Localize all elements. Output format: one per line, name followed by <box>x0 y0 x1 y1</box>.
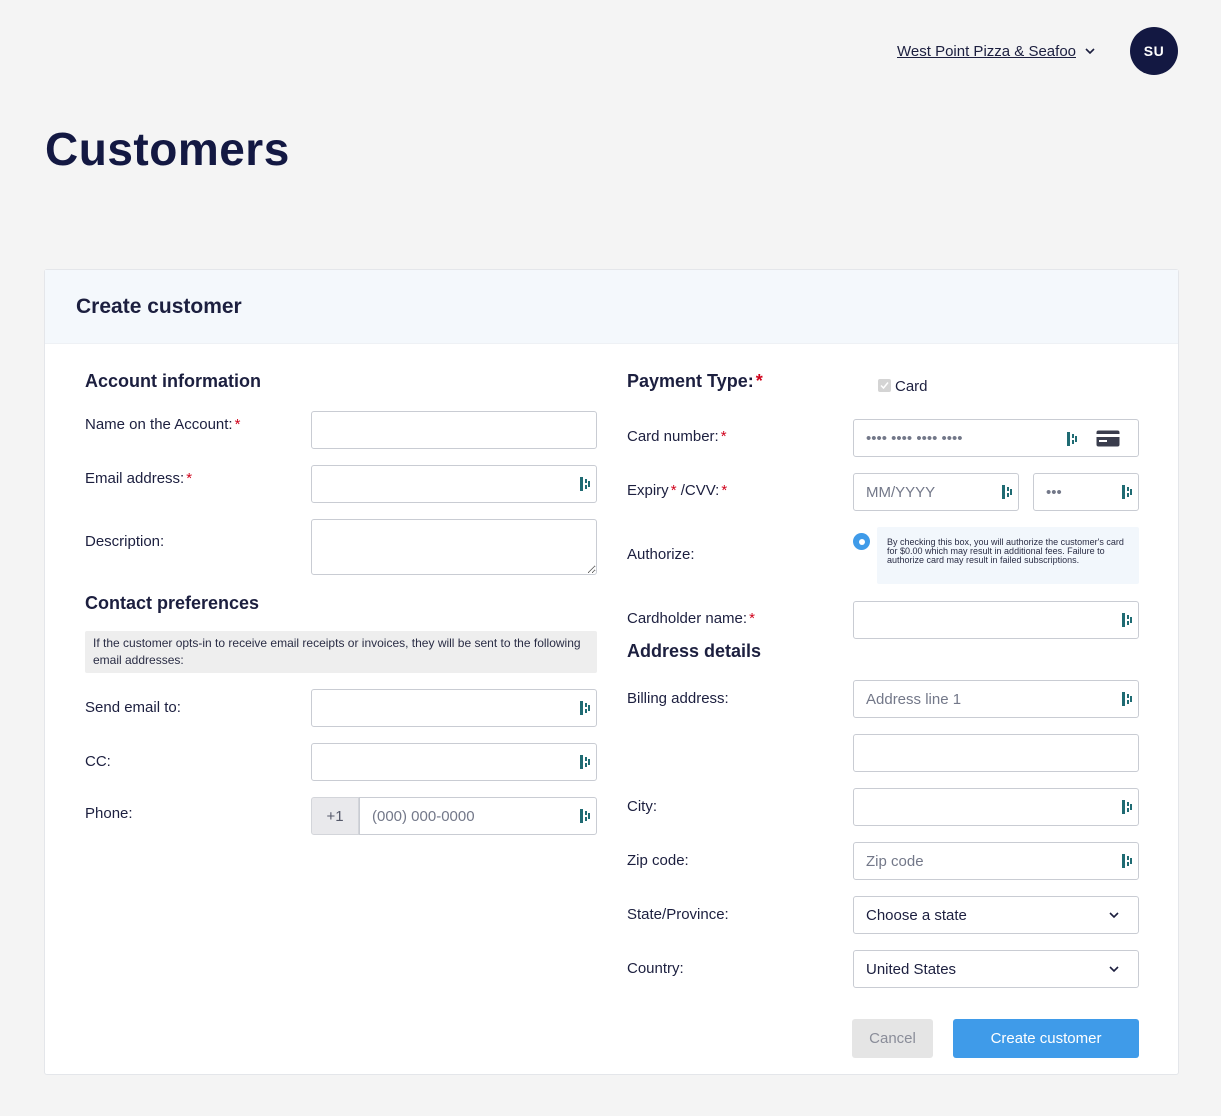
cvv-placeholder: ••• <box>1046 483 1062 501</box>
description-label: Description: <box>85 533 165 550</box>
city-input[interactable] <box>853 788 1139 826</box>
required-mark: * <box>720 428 727 445</box>
top-bar: West Point Pizza & Seafoo SU <box>897 27 1178 75</box>
cc-input[interactable] <box>311 743 597 781</box>
email-input[interactable] <box>311 465 597 503</box>
country-label: Country: <box>627 960 684 977</box>
required-mark: * <box>234 416 241 433</box>
expiry-input[interactable]: MM/YYYY <box>853 473 1019 511</box>
chevron-down-icon <box>1085 48 1095 55</box>
card-option-label: Card <box>895 378 928 395</box>
create-customer-button[interactable]: Create customer <box>953 1019 1139 1058</box>
password-manager-icon[interactable] <box>1121 612 1133 628</box>
password-manager-icon[interactable] <box>1066 431 1078 447</box>
cancel-button[interactable]: Cancel <box>852 1019 933 1058</box>
zip-label: Zip code: <box>627 852 689 869</box>
expiry-cvv-label: Expiry * /CVV: * <box>627 482 728 499</box>
check-icon <box>880 382 889 390</box>
cc-label: CC: <box>85 753 111 770</box>
authorize-toggle[interactable] <box>853 533 870 550</box>
cardholder-input[interactable] <box>853 601 1139 639</box>
address-details-heading: Address details <box>627 641 762 661</box>
page-title: Customers <box>45 123 290 175</box>
payment-type-heading: Payment Type: * <box>627 371 763 391</box>
password-manager-icon[interactable] <box>1121 484 1133 500</box>
zip-placeholder: Zip code <box>866 852 924 870</box>
country-select-value: United States <box>866 960 957 978</box>
email-label: Email address: * <box>85 470 193 487</box>
name-input[interactable] <box>311 411 597 449</box>
required-mark: * <box>186 470 193 487</box>
send-email-input[interactable] <box>311 689 597 727</box>
cardholder-label: Cardholder name: * <box>627 610 755 627</box>
card-number-input[interactable]: •••• •••• •••• •••• <box>853 419 1139 457</box>
authorize-label: Authorize: <box>627 546 695 563</box>
create-customer-card: Create customer Account information Name… <box>44 269 1179 1075</box>
password-manager-icon[interactable] <box>579 700 591 716</box>
credit-card-icon <box>1096 430 1120 447</box>
password-manager-icon[interactable] <box>579 754 591 770</box>
card-checkbox[interactable] <box>878 379 891 392</box>
name-label: Name on the Account: * <box>85 416 241 433</box>
authorize-disclaimer: By checking this box, you will authorize… <box>877 527 1139 584</box>
address-line1-input[interactable]: Address line 1 <box>853 680 1139 718</box>
password-manager-icon[interactable] <box>579 808 591 824</box>
phone-input[interactable]: (000) 000-0000 <box>359 797 597 835</box>
card-number-placeholder: •••• •••• •••• •••• <box>866 429 963 447</box>
password-manager-icon[interactable] <box>1121 691 1133 707</box>
expiry-placeholder: MM/YYYY <box>866 483 936 501</box>
email-opt-in-note: If the customer opts-in to receive email… <box>85 631 597 673</box>
phone-label: Phone: <box>85 805 133 822</box>
password-manager-icon[interactable] <box>1121 799 1133 815</box>
avatar[interactable]: SU <box>1130 27 1178 75</box>
country-select[interactable]: United States <box>853 950 1139 988</box>
password-manager-icon[interactable] <box>1121 853 1133 869</box>
required-mark: * <box>755 371 763 391</box>
required-mark: * <box>721 482 728 499</box>
description-input[interactable] <box>311 519 597 575</box>
account-information-heading: Account information <box>85 371 261 391</box>
phone-placeholder: (000) 000-0000 <box>372 807 475 825</box>
address-line2-input[interactable] <box>853 734 1139 772</box>
zip-input[interactable]: Zip code <box>853 842 1139 880</box>
org-switcher[interactable]: West Point Pizza & Seafoo <box>897 43 1096 60</box>
card-title: Create customer <box>45 270 1178 344</box>
contact-preferences-heading: Contact preferences <box>85 593 260 613</box>
phone-country-prefix: +1 <box>311 797 359 835</box>
chevron-down-icon <box>1109 966 1119 973</box>
city-label: City: <box>627 798 657 815</box>
password-manager-icon[interactable] <box>1001 484 1013 500</box>
address-line1-placeholder: Address line 1 <box>866 690 962 708</box>
state-select-value: Choose a state <box>866 906 967 924</box>
state-select[interactable]: Choose a state <box>853 896 1139 934</box>
billing-address-label: Billing address: <box>627 690 729 707</box>
send-email-label: Send email to: <box>85 699 181 716</box>
required-mark: * <box>670 482 677 499</box>
password-manager-icon[interactable] <box>579 476 591 492</box>
org-name: West Point Pizza & Seafoo <box>897 42 1076 60</box>
card-number-label: Card number: * <box>627 428 727 445</box>
cvv-input[interactable]: ••• <box>1033 473 1139 511</box>
state-label: State/Province: <box>627 906 729 923</box>
chevron-down-icon <box>1109 912 1119 919</box>
required-mark: * <box>749 610 755 627</box>
